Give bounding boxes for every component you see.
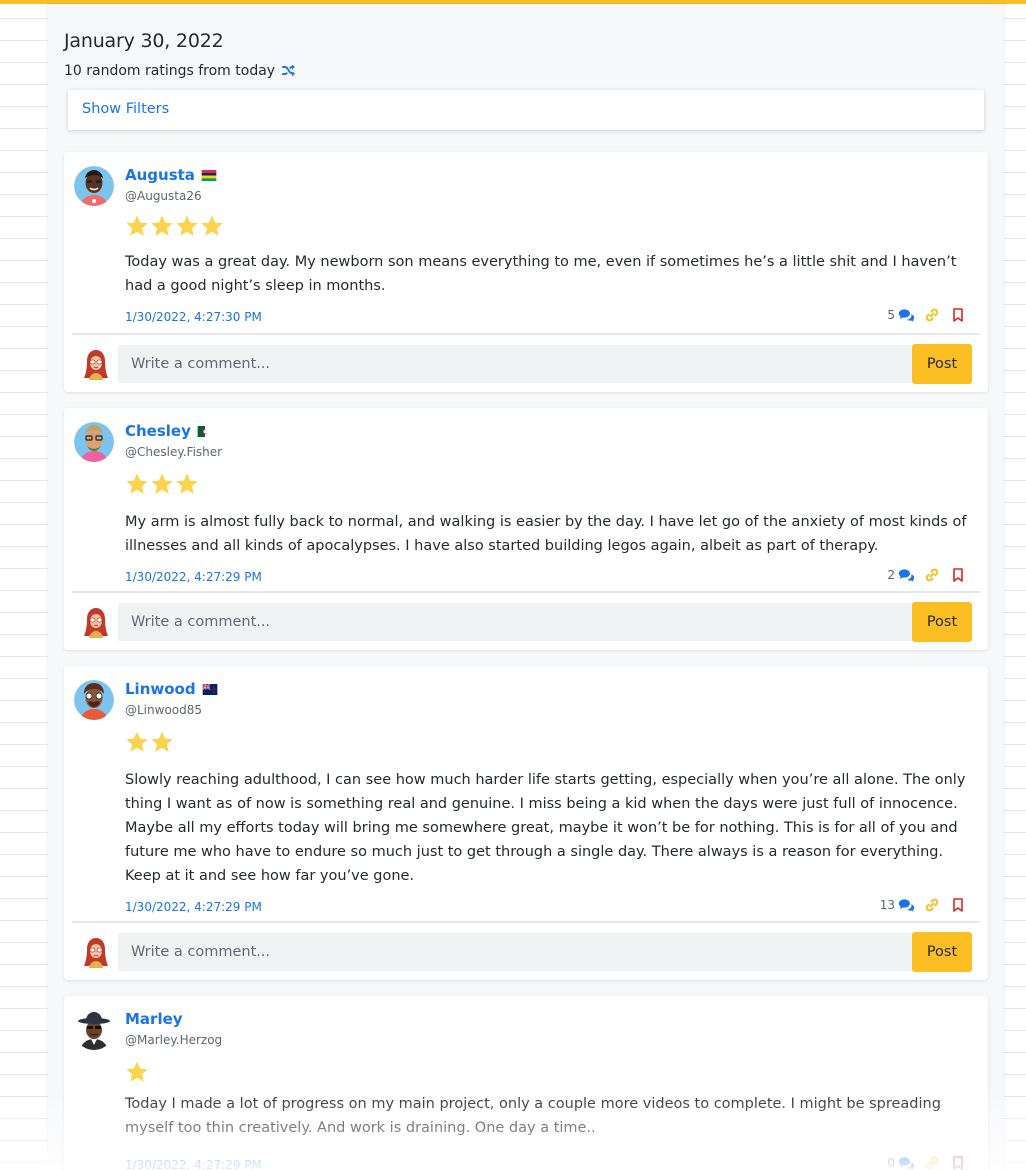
rating-card: Chesley @Chesley.Fisher My arm is almost… bbox=[64, 408, 988, 650]
rating-text: Today was a great day. My newborn son me… bbox=[125, 254, 957, 294]
timestamp-link[interactable]: 1/30/2022, 4:27:29 PM bbox=[125, 570, 262, 584]
rating-card: Linwood @Linwood85 Slowly reaching adult… bbox=[64, 666, 988, 980]
ratings-feed: January 30, 2022 10 random ratings from … bbox=[48, 4, 1004, 1170]
avatar[interactable] bbox=[74, 166, 114, 206]
algeria-flag-icon bbox=[197, 425, 208, 437]
comment-count[interactable]: 0 bbox=[887, 1155, 914, 1170]
post-button[interactable]: Post bbox=[912, 344, 972, 384]
user-name[interactable]: Marley bbox=[125, 1010, 183, 1028]
bookmark-icon[interactable] bbox=[950, 897, 966, 913]
avatar[interactable] bbox=[74, 1010, 114, 1050]
comment-count-value: 2 bbox=[887, 568, 895, 582]
link-icon[interactable] bbox=[924, 897, 940, 913]
card-actions: 0 bbox=[887, 1155, 966, 1170]
timestamp-link[interactable]: 1/30/2022, 4:27:30 PM bbox=[125, 310, 262, 324]
show-filters-link[interactable]: Show Filters bbox=[82, 101, 169, 117]
comments-icon bbox=[898, 309, 914, 322]
page-title: January 30, 2022 bbox=[64, 30, 224, 52]
bookmark-icon[interactable] bbox=[950, 1155, 966, 1170]
user-handle: @Augusta26 bbox=[125, 189, 202, 203]
subtitle: 10 random ratings from today bbox=[64, 62, 297, 79]
star-icon bbox=[151, 731, 173, 752]
card-actions: 5 bbox=[887, 307, 966, 323]
current-user-avatar bbox=[80, 348, 112, 380]
user-name[interactable]: Linwood bbox=[125, 680, 218, 698]
star-rating bbox=[125, 472, 199, 496]
rating-text: Today I made a lot of progress on my mai… bbox=[125, 1096, 941, 1136]
star-icon bbox=[151, 215, 173, 236]
comment-count[interactable]: 2 bbox=[887, 567, 914, 583]
rating-card: Augusta @Augusta26 Today was a great day… bbox=[64, 152, 988, 392]
rating-card: Marley @Marley.Herzog Today I made a lot… bbox=[64, 996, 988, 1170]
comment-count[interactable]: 13 bbox=[880, 897, 914, 913]
rating-text: Slowly reaching adulthood, I can see how… bbox=[125, 772, 966, 884]
timestamp-link[interactable]: 1/30/2022, 4:27:29 PM bbox=[125, 1158, 262, 1170]
current-user-avatar bbox=[80, 606, 112, 638]
comment-count-value: 0 bbox=[887, 1156, 895, 1170]
user-name-text[interactable]: Augusta bbox=[125, 166, 195, 184]
star-icon bbox=[176, 473, 198, 494]
star-icon bbox=[126, 1061, 148, 1082]
card-actions: 13 bbox=[880, 897, 966, 913]
star-icon bbox=[126, 215, 148, 236]
divider bbox=[72, 921, 980, 923]
current-user-avatar bbox=[80, 936, 112, 968]
user-handle: @Linwood85 bbox=[125, 703, 203, 717]
comment-count-value: 5 bbox=[887, 308, 895, 322]
star-icon bbox=[176, 215, 198, 236]
divider bbox=[72, 591, 980, 593]
comments-icon bbox=[898, 899, 914, 912]
new-zealand-flag-icon bbox=[201, 683, 218, 695]
star-icon bbox=[151, 473, 173, 494]
user-name-text[interactable]: Linwood bbox=[125, 680, 196, 698]
comment-input[interactable] bbox=[118, 933, 912, 971]
comment-input[interactable] bbox=[118, 345, 912, 383]
filters-bar: Show Filters bbox=[68, 90, 984, 130]
divider bbox=[72, 333, 980, 335]
user-name[interactable]: Augusta bbox=[125, 166, 217, 184]
post-button[interactable]: Post bbox=[912, 932, 972, 972]
comment-count[interactable]: 5 bbox=[887, 307, 914, 323]
timestamp-link[interactable]: 1/30/2022, 4:27:29 PM bbox=[125, 900, 262, 914]
link-icon[interactable] bbox=[924, 1155, 940, 1170]
comment-input[interactable] bbox=[118, 603, 912, 641]
avatar[interactable] bbox=[74, 422, 114, 462]
card-actions: 2 bbox=[887, 567, 966, 583]
subtitle-text: 10 random ratings from today bbox=[64, 62, 276, 79]
user-name-text[interactable]: Chesley bbox=[125, 422, 191, 440]
link-icon[interactable] bbox=[924, 567, 940, 583]
star-rating bbox=[125, 1060, 149, 1084]
mauritius-flag-icon bbox=[201, 169, 217, 181]
shuffle-icon[interactable] bbox=[280, 62, 297, 79]
star-icon bbox=[126, 731, 148, 752]
link-icon[interactable] bbox=[924, 307, 940, 323]
star-icon bbox=[126, 473, 148, 494]
star-rating bbox=[125, 730, 174, 754]
comments-icon bbox=[898, 569, 914, 582]
user-name[interactable]: Chesley bbox=[125, 422, 208, 440]
bookmark-icon[interactable] bbox=[950, 567, 966, 583]
star-rating bbox=[125, 214, 224, 238]
user-name-text[interactable]: Marley bbox=[125, 1010, 183, 1028]
bookmark-icon[interactable] bbox=[950, 307, 966, 323]
user-handle: @Marley.Herzog bbox=[125, 1033, 223, 1047]
avatar[interactable] bbox=[74, 680, 114, 720]
star-icon bbox=[201, 215, 223, 236]
user-handle: @Chesley.Fisher bbox=[125, 445, 223, 459]
comment-count-value: 13 bbox=[879, 898, 895, 912]
rating-text: My arm is almost fully back to normal, a… bbox=[125, 514, 967, 554]
post-button[interactable]: Post bbox=[912, 602, 972, 642]
comments-icon bbox=[898, 1157, 914, 1170]
